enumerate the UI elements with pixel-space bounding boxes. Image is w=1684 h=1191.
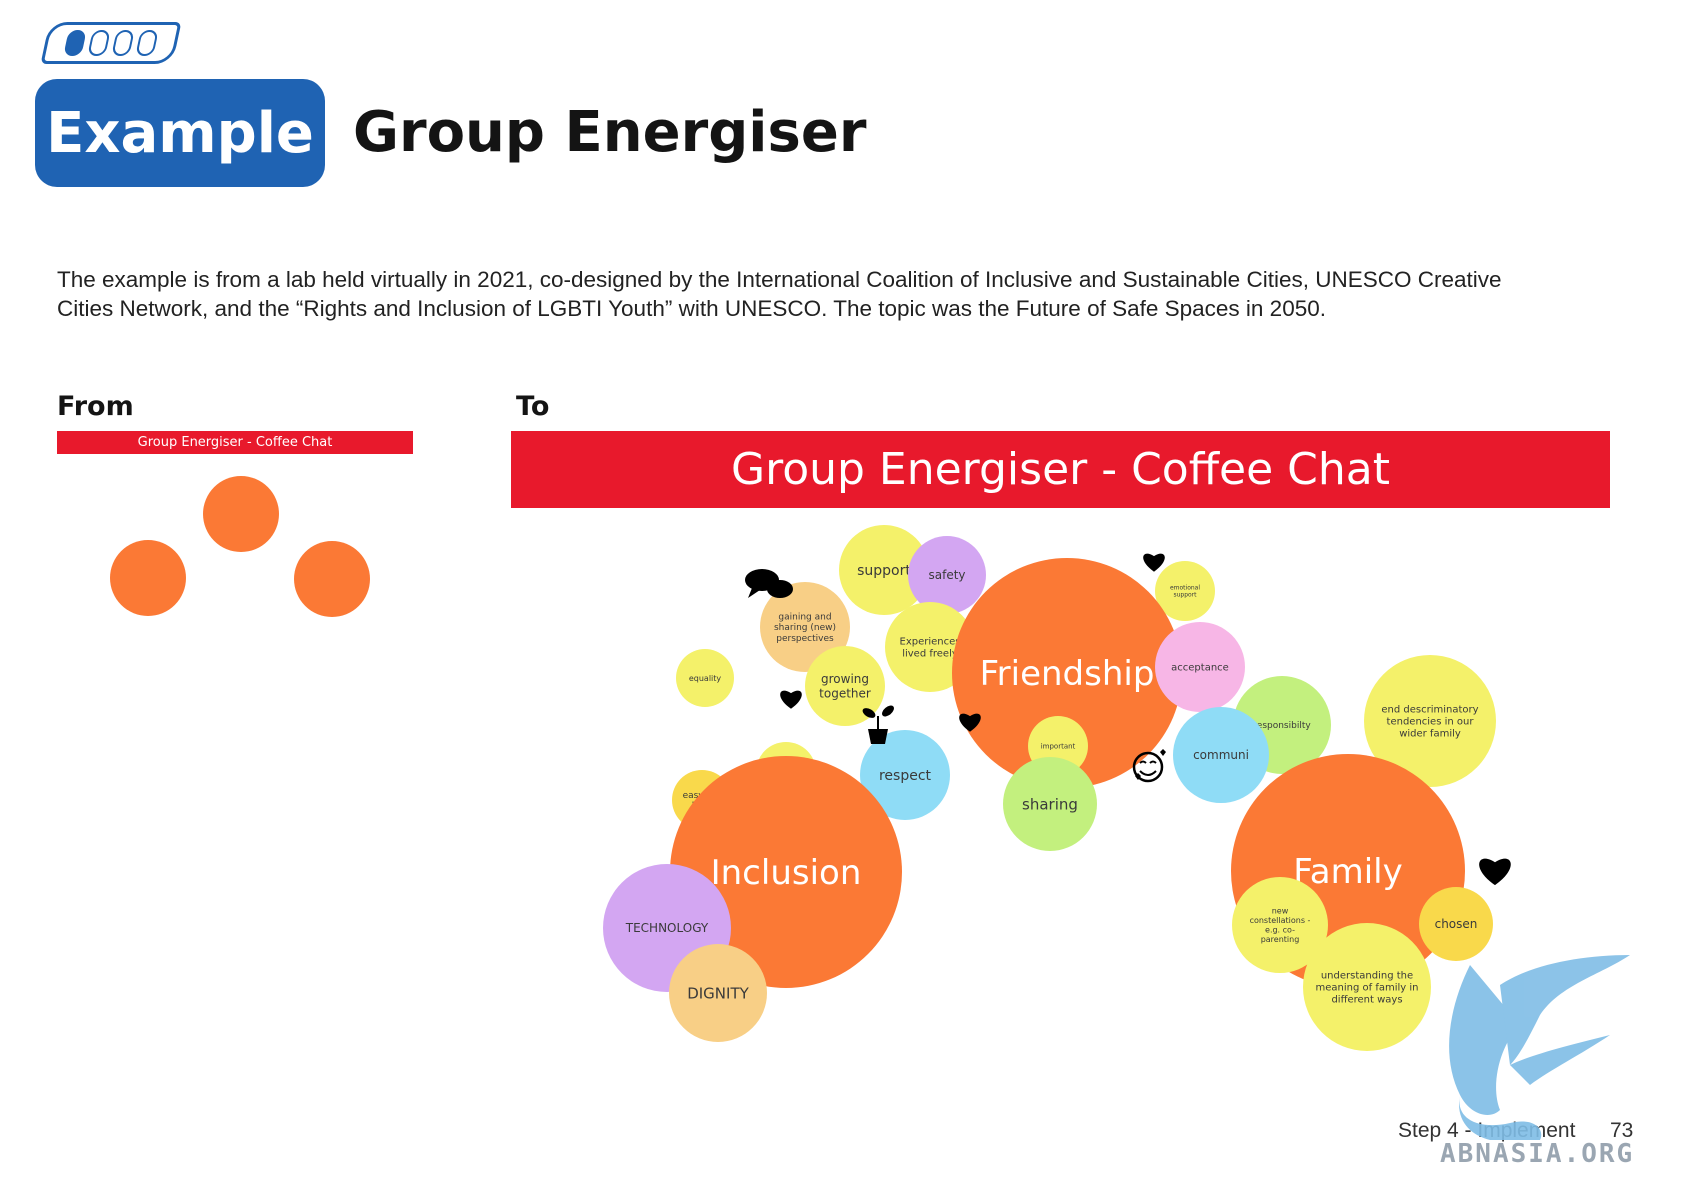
bubble-label: support: [857, 563, 911, 579]
bubble-label: responsibilty: [1253, 721, 1311, 731]
bubble-equality: equality: [676, 649, 734, 707]
bubble-label: Family: [1293, 852, 1402, 892]
bubble-understanding: understanding the meaning of family in dif…: [1303, 923, 1431, 1051]
bubble-label: safety: [928, 568, 965, 582]
heart-icon: [780, 690, 802, 709]
bubble-label: acceptance: [1171, 663, 1229, 674]
bubble-label: Friendship: [980, 654, 1155, 694]
griffin-watermark-icon: [1449, 955, 1630, 1140]
bubble-dignity: DIGNITY: [669, 944, 767, 1042]
bubble-label: chosen: [1435, 917, 1478, 931]
bubble-label: important: [1041, 742, 1076, 750]
bubble-label: TECHNOLOGY: [625, 921, 709, 935]
bubble-community: communi: [1173, 707, 1269, 803]
bubble-label: Experiences lived freely: [900, 637, 961, 660]
bubble-label: DIGNITY: [687, 984, 749, 1002]
bubble-label: growing together: [819, 672, 871, 700]
bubble-label: communi: [1193, 748, 1249, 762]
bubble-sharing: sharing: [1003, 757, 1097, 851]
bubble-map: support safety gaining and sharing (new) per…: [603, 525, 1511, 1051]
heart-icon: [1143, 553, 1165, 572]
bubble-label: sharing: [1022, 795, 1078, 813]
bubble-label: respect: [879, 768, 932, 784]
bubble-label: Inclusion: [711, 853, 862, 893]
bubble-acceptance: acceptance: [1155, 622, 1245, 712]
bubble-safety: safety: [908, 536, 986, 614]
bubble-label: gaining and sharing (new) perspectives: [774, 612, 836, 644]
heart-icon: [1479, 858, 1511, 886]
bubble-label: equality: [689, 674, 722, 683]
bubble-label: emotional support: [1170, 585, 1200, 599]
chat-bubbles-icon: [745, 569, 793, 598]
watermark-text: ABNASIA.ORG: [1440, 1139, 1635, 1169]
